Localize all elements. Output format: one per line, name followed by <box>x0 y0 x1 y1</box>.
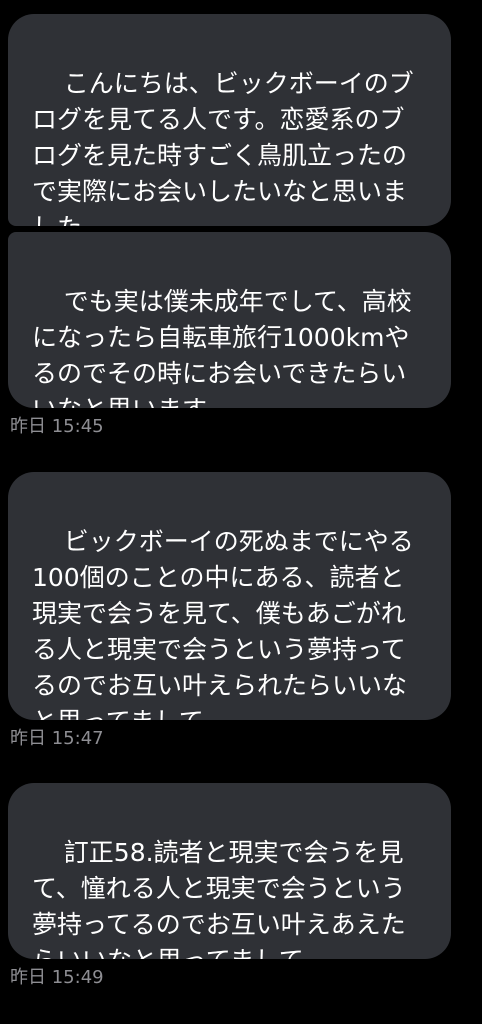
message-bubble[interactable]: でも実は僕未成年でして、高校になったら自転車旅行1000kmやるのでその時にお会… <box>8 232 451 408</box>
message-text: でも実は僕未成年でして、高校になったら自転車旅行1000kmやるのでその時にお会… <box>32 287 412 408</box>
message-timestamp: 昨日 15:49 <box>10 967 104 988</box>
message-bubble[interactable]: 訂正58.読者と現実で会うを見て、憧れる人と現実で会うという夢持ってるのでお互い… <box>8 783 451 959</box>
message-text: ビックボーイの死ぬまでにやる100個のことの中にある、読者と現実で会うを見て、僕… <box>32 527 414 720</box>
message-timestamp: 昨日 15:47 <box>10 728 104 749</box>
message-text: 訂正58.読者と現実で会うを見て、憧れる人と現実で会うという夢持ってるのでお互い… <box>32 838 406 959</box>
message-bubble[interactable]: こんにちは、ビックボーイのブログを見てる人です。恋愛系のブログを見た時すごく鳥肌… <box>8 14 451 226</box>
message-bubble[interactable]: ビックボーイの死ぬまでにやる100個のことの中にある、読者と現実で会うを見て、僕… <box>8 472 451 720</box>
message-text: こんにちは、ビックボーイのブログを見てる人です。恋愛系のブログを見た時すごく鳥肌… <box>32 69 414 226</box>
message-timestamp: 昨日 15:45 <box>10 416 104 437</box>
chat-thread: こんにちは、ビックボーイのブログを見てる人です。恋愛系のブログを見た時すごく鳥肌… <box>0 0 482 1024</box>
